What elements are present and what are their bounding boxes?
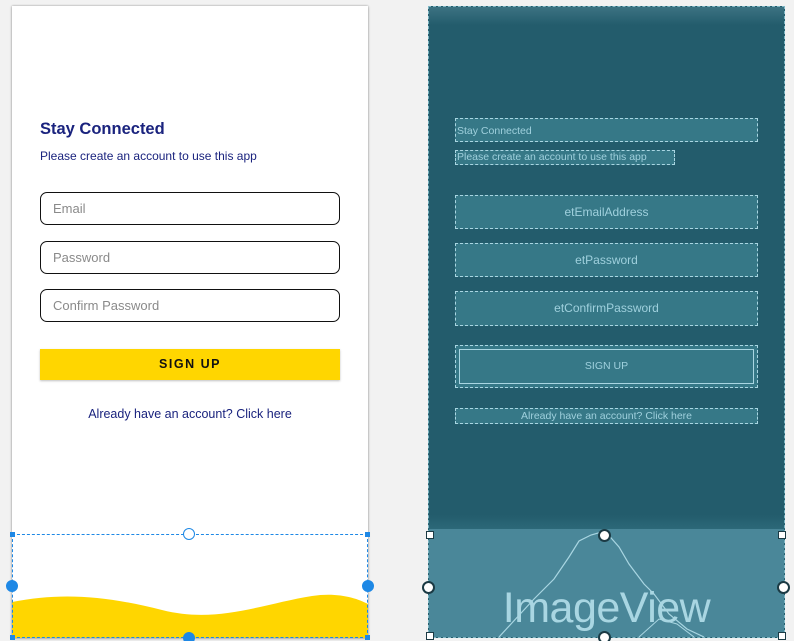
blueprint-right-resize-handle[interactable] [777, 581, 790, 594]
page-subtitle: Please create an account to use this app [40, 149, 257, 163]
blueprint-bottom-resize-handle[interactable] [598, 631, 611, 641]
password-field[interactable] [40, 241, 340, 274]
blueprint-sign-in-link[interactable]: Already have an account? Click here [455, 408, 758, 424]
image-view-label: ImageView [502, 584, 711, 632]
blueprint-corner-top-left[interactable] [426, 531, 434, 539]
email-field[interactable] [40, 192, 340, 225]
bottom-resize-handle[interactable] [183, 632, 195, 641]
design-preview: Stay Connected Please create an account … [6, 6, 374, 641]
wave-image[interactable] [6, 528, 374, 641]
sign-up-button[interactable]: SIGN UP [40, 349, 340, 380]
blueprint-left-resize-handle[interactable] [422, 581, 435, 594]
blueprint-sign-up-label: SIGN UP [459, 349, 754, 384]
blueprint-title[interactable]: Stay Connected [455, 118, 758, 142]
blueprint-email-field[interactable]: etEmailAddress [455, 195, 758, 229]
blueprint-confirm-password-field[interactable]: etConfirmPassword [455, 291, 758, 326]
blueprint-corner-bottom-left[interactable] [426, 632, 434, 640]
selection-outline [12, 534, 368, 638]
sign-in-link[interactable]: Already have an account? Click here [40, 407, 340, 421]
blueprint-corner-bottom-right[interactable] [778, 632, 786, 640]
right-resize-handle[interactable] [362, 580, 374, 592]
layout-editor: Stay Connected Please create an account … [0, 0, 794, 641]
blueprint-corner-top-right[interactable] [778, 531, 786, 539]
blueprint-top-resize-handle[interactable] [598, 529, 611, 542]
left-resize-handle[interactable] [6, 580, 18, 592]
blueprint-sign-up-button[interactable]: SIGN UP [455, 345, 758, 388]
blueprint-image-view[interactable]: ImageView [429, 529, 784, 637]
blueprint-preview: Stay Connected Please create an account … [422, 6, 790, 641]
page-title: Stay Connected [40, 120, 165, 138]
confirm-password-field[interactable] [40, 289, 340, 322]
corner-handle-bottom-right[interactable] [365, 635, 370, 640]
blueprint-subtitle[interactable]: Please create an account to use this app [455, 150, 675, 165]
top-resize-handle[interactable] [183, 528, 195, 540]
corner-handle-top-left[interactable] [10, 532, 15, 537]
blueprint-top-shadow [429, 7, 784, 25]
blueprint-password-field[interactable]: etPassword [455, 243, 758, 277]
corner-handle-bottom-left[interactable] [10, 635, 15, 640]
corner-handle-top-right[interactable] [365, 532, 370, 537]
